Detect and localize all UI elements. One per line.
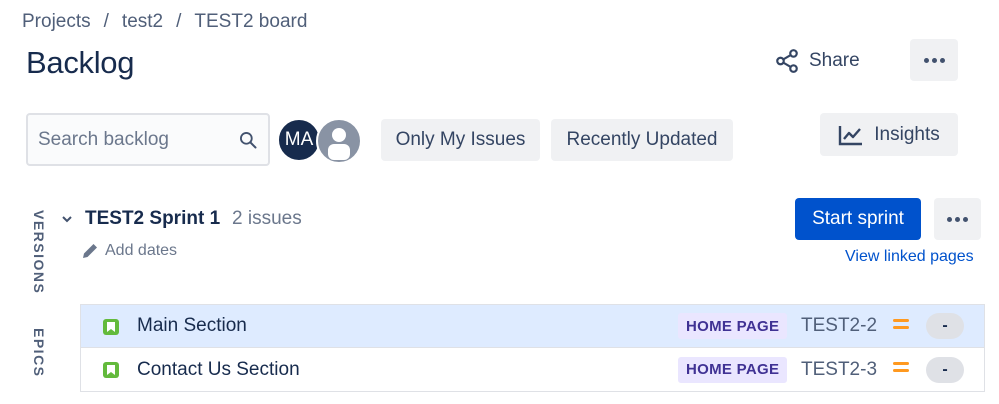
table-row[interactable]: Main Section HOME PAGE TEST2-2 -	[81, 305, 984, 348]
story-icon	[103, 319, 119, 335]
pencil-icon	[83, 244, 97, 258]
issue-summary: Contact Us Section	[137, 358, 300, 380]
person-icon	[328, 128, 350, 160]
breadcrumb-separator: /	[103, 11, 109, 32]
unassigned-avatar-icon[interactable]	[316, 118, 362, 164]
epic-lozenge[interactable]: HOME PAGE	[678, 313, 788, 339]
issue-key[interactable]: TEST2-2	[801, 315, 877, 337]
more-icon	[923, 57, 945, 63]
priority-medium-icon	[893, 319, 909, 331]
priority-medium-icon	[893, 362, 909, 374]
sprint-issue-count: 2 issues	[232, 208, 302, 229]
table-row[interactable]: Contact Us Section HOME PAGE TEST2-3 -	[81, 348, 984, 391]
view-linked-pages-link[interactable]: View linked pages	[845, 248, 974, 266]
breadcrumb: Projects / test2 / TEST2 board	[22, 11, 307, 33]
breadcrumb-separator: /	[176, 11, 182, 32]
insights-button[interactable]: Insights	[820, 113, 958, 156]
recently-updated-filter[interactable]: Recently Updated	[551, 119, 733, 161]
issue-key[interactable]: TEST2-3	[801, 359, 877, 381]
breadcrumb-projects[interactable]: Projects	[22, 11, 91, 33]
versions-panel-tab[interactable]: VERSIONS	[31, 210, 47, 294]
page-more-button[interactable]	[910, 39, 958, 81]
chevron-down-icon[interactable]	[60, 212, 74, 226]
story-points-badge[interactable]: -	[926, 313, 964, 339]
only-my-issues-filter[interactable]: Only My Issues	[381, 119, 540, 161]
sprint-more-button[interactable]	[934, 198, 981, 240]
search-input[interactable]: Search backlog	[26, 113, 270, 166]
epic-lozenge[interactable]: HOME PAGE	[678, 356, 788, 383]
insights-label: Insights	[874, 123, 940, 145]
chart-icon	[839, 125, 863, 145]
add-dates-label: Add dates	[105, 242, 178, 259]
add-dates-button[interactable]: Add dates	[81, 242, 177, 260]
breadcrumb-board[interactable]: TEST2 board	[194, 11, 307, 33]
story-points-badge[interactable]: -	[926, 356, 964, 383]
story-icon	[103, 362, 119, 378]
page-title: Backlog	[26, 45, 135, 80]
sprint-issue-list: Main Section HOME PAGE TEST2-2 - Contact…	[80, 304, 985, 392]
breadcrumb-project[interactable]: test2	[122, 11, 163, 33]
epics-panel-tab[interactable]: EPICS	[31, 328, 47, 378]
sprint-name: TEST2 Sprint 1	[85, 208, 221, 229]
share-icon	[776, 49, 798, 73]
search-icon	[240, 131, 257, 148]
share-label: Share	[809, 50, 860, 71]
avatar[interactable]: MA	[277, 118, 321, 162]
issue-summary: Main Section	[137, 315, 247, 336]
share-button[interactable]: Share	[774, 44, 860, 78]
start-sprint-button[interactable]: Start sprint	[795, 198, 921, 240]
search-placeholder: Search backlog	[38, 128, 169, 150]
more-icon	[947, 216, 968, 222]
